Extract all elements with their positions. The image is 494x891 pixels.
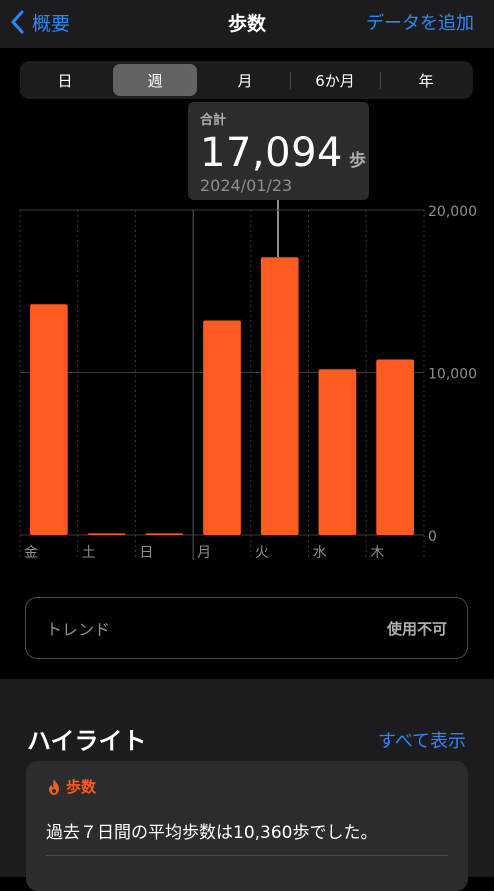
trend-status: 使用不可 — [386, 619, 447, 638]
tooltip-value: 17,094 — [200, 130, 343, 176]
segment-year[interactable]: 年 — [384, 64, 468, 96]
trend-card[interactable]: トレンド 使用不可 — [25, 597, 468, 659]
segment-day[interactable]: 日 — [23, 64, 107, 96]
tooltip-date: 2024/01/23 — [200, 176, 293, 195]
tooltip-unit: 歩 — [348, 151, 366, 171]
y-tick-label: 10,000 — [428, 367, 477, 383]
highlights-title: ハイライト — [27, 727, 147, 755]
x-tick-label: 月 — [197, 545, 211, 561]
bar-木[interactable] — [376, 359, 414, 536]
highlight-category-label: 歩数 — [66, 778, 97, 796]
add-data-button[interactable]: データを追加 — [366, 9, 474, 35]
x-tick-label: 木 — [370, 545, 384, 561]
x-tick-label: 土 — [82, 545, 96, 561]
highlight-category: 歩数 — [46, 776, 96, 797]
bar-日[interactable] — [145, 533, 184, 535]
tooltip-label: 合計 — [200, 113, 227, 128]
x-tick-label: 火 — [255, 545, 269, 561]
segment-divider — [380, 72, 381, 89]
x-tick-label: 日 — [139, 545, 153, 561]
bar-水[interactable] — [318, 369, 357, 535]
highlight-divider — [46, 855, 448, 856]
highlights-section: ハイライト すべて表示 歩数 過去７日間の平均歩数は10,360歩でした。 — [0, 679, 494, 891]
navigation-bar: 概要 歩数 データを追加 — [0, 0, 494, 48]
period-segmented-control: 日 週 月 6か月 年 — [20, 61, 473, 99]
bar-金[interactable] — [30, 304, 68, 535]
bar-土[interactable] — [87, 533, 126, 535]
show-all-button[interactable]: すべて表示 — [378, 727, 466, 753]
highlight-text: 過去７日間の平均歩数は10,360歩でした。 — [46, 823, 378, 843]
segment-divider — [290, 72, 291, 89]
flame-icon — [49, 778, 59, 795]
trend-label: トレンド — [46, 620, 111, 639]
x-tick-label: 水 — [313, 545, 327, 561]
steps-bar-chart[interactable]: 金 土 日 月 火 水 木 0 10,000 20,000 — [0, 200, 494, 570]
segment-month[interactable]: 月 — [203, 64, 287, 96]
x-tick-label: 金 — [24, 545, 38, 561]
bar-火[interactable] — [260, 257, 299, 535]
bar-月[interactable] — [203, 320, 241, 536]
highlight-card[interactable]: 歩数 過去７日間の平均歩数は10,360歩でした。 — [26, 761, 468, 891]
segment-6months[interactable]: 6か月 — [293, 64, 377, 96]
y-tick-label: 20,000 — [428, 204, 477, 220]
selection-tooltip: 合計 17,094 歩 2024/01/23 — [188, 102, 369, 200]
segment-week[interactable]: 週 — [113, 64, 197, 96]
y-tick-label: 0 — [428, 529, 437, 545]
